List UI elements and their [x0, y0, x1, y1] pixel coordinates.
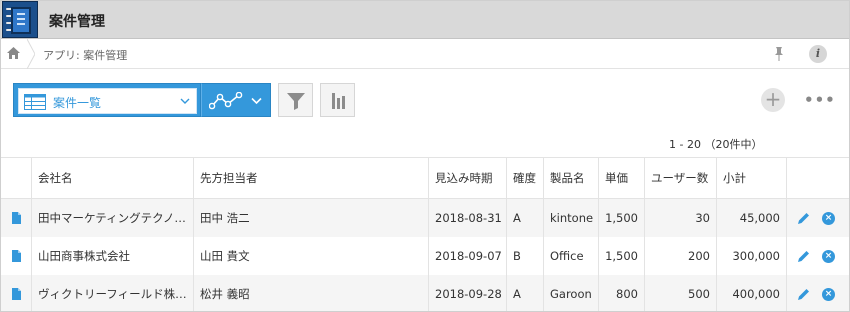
graph-button[interactable]: [201, 83, 271, 117]
app-title: 案件管理: [49, 14, 105, 30]
add-record-button[interactable]: +: [761, 88, 785, 112]
close-circle-icon[interactable]: ×: [822, 211, 835, 225]
cell-probability: B: [507, 237, 544, 275]
header-contact[interactable]: 先方担当者: [194, 158, 429, 198]
view-selector[interactable]: 案件一覧: [13, 83, 201, 117]
view-label: 案件一覧: [53, 96, 102, 110]
cell-product: Garoon: [544, 275, 599, 311]
table-row: 田中マーケティングテクノ… 田中 浩二 2018-08-31 A kintone…: [1, 199, 849, 237]
cell-product: Office: [544, 237, 599, 275]
close-circle-icon[interactable]: ×: [822, 249, 835, 263]
breadcrumb-separator: [27, 39, 35, 69]
home-icon[interactable]: [7, 47, 20, 59]
cell-subtotal: 45,000: [717, 199, 787, 237]
cell-expected-date: 2018-08-31: [429, 199, 507, 237]
filter-icon: [287, 93, 305, 110]
graph-icon: [209, 92, 243, 110]
pagination-info: 1 - 20 （20件中）: [669, 138, 763, 151]
app-header: 案件管理: [1, 1, 849, 39]
more-options-button[interactable]: •••: [804, 92, 835, 108]
cell-users: 500: [645, 275, 717, 311]
cell-expected-date: 2018-09-28: [429, 275, 507, 311]
cell-subtotal: 300,000: [717, 237, 787, 275]
filter-button[interactable]: [278, 83, 313, 117]
header-actions-col: [787, 158, 849, 198]
header-company[interactable]: 会社名: [32, 158, 194, 198]
cell-product: kintone: [544, 199, 599, 237]
cell-probability: A: [507, 199, 544, 237]
cell-users: 30: [645, 199, 717, 237]
cell-contact: 山田 貴文: [194, 237, 429, 275]
chevron-down-icon: [251, 97, 262, 105]
cell-company: 山田商事株式会社: [32, 237, 194, 275]
document-icon[interactable]: [11, 288, 21, 300]
pin-icon[interactable]: [772, 46, 786, 62]
info-icon[interactable]: i: [809, 45, 827, 63]
cell-users: 200: [645, 237, 717, 275]
cell-expected-date: 2018-09-07: [429, 237, 507, 275]
bar-chart-icon: [332, 93, 345, 109]
table-header-row: 会社名 先方担当者 見込み時期 確度 製品名 単価 ユーザー数 小計: [1, 157, 849, 199]
pencil-icon[interactable]: [798, 212, 810, 224]
cell-subtotal: 400,000: [717, 275, 787, 311]
cell-company: 田中マーケティングテクノ…: [32, 199, 194, 237]
header-product[interactable]: 製品名: [544, 158, 599, 198]
document-icon[interactable]: [11, 250, 21, 262]
cell-contact: 田中 浩二: [194, 199, 429, 237]
cell-company: ヴィクトリーフィールド株…: [32, 275, 194, 311]
pencil-icon[interactable]: [798, 288, 810, 300]
cell-unit-price: 1,500: [599, 237, 645, 275]
chart-button[interactable]: [320, 83, 355, 117]
cell-unit-price: 800: [599, 275, 645, 311]
close-circle-icon[interactable]: ×: [822, 287, 835, 301]
breadcrumb: アプリ: 案件管理 i: [1, 39, 849, 69]
notebook-icon: [2, 1, 38, 38]
header-icon-col: [1, 158, 32, 198]
header-unit-price[interactable]: 単価: [599, 158, 645, 198]
cell-contact: 松井 義昭: [194, 275, 429, 311]
header-subtotal[interactable]: 小計: [717, 158, 787, 198]
header-probability[interactable]: 確度: [507, 158, 544, 198]
breadcrumb-app[interactable]: アプリ: 案件管理: [43, 47, 127, 63]
table-row: 山田商事株式会社 山田 貴文 2018-09-07 B Office 1,500…: [1, 237, 849, 275]
header-users[interactable]: ユーザー数: [645, 158, 717, 198]
list-view-icon: [24, 94, 46, 110]
pencil-icon[interactable]: [798, 250, 810, 262]
cell-unit-price: 1,500: [599, 199, 645, 237]
table-row: ヴィクトリーフィールド株… 松井 義昭 2018-09-28 A Garoon …: [1, 275, 849, 311]
cell-probability: A: [507, 275, 544, 311]
header-expected-date[interactable]: 見込み時期: [429, 158, 507, 198]
app-window: 案件管理 アプリ: 案件管理 i 案件一覧 + ••• 1 - 20 （20件中…: [0, 0, 850, 312]
chevron-down-icon: [180, 98, 190, 104]
document-icon[interactable]: [11, 212, 21, 224]
